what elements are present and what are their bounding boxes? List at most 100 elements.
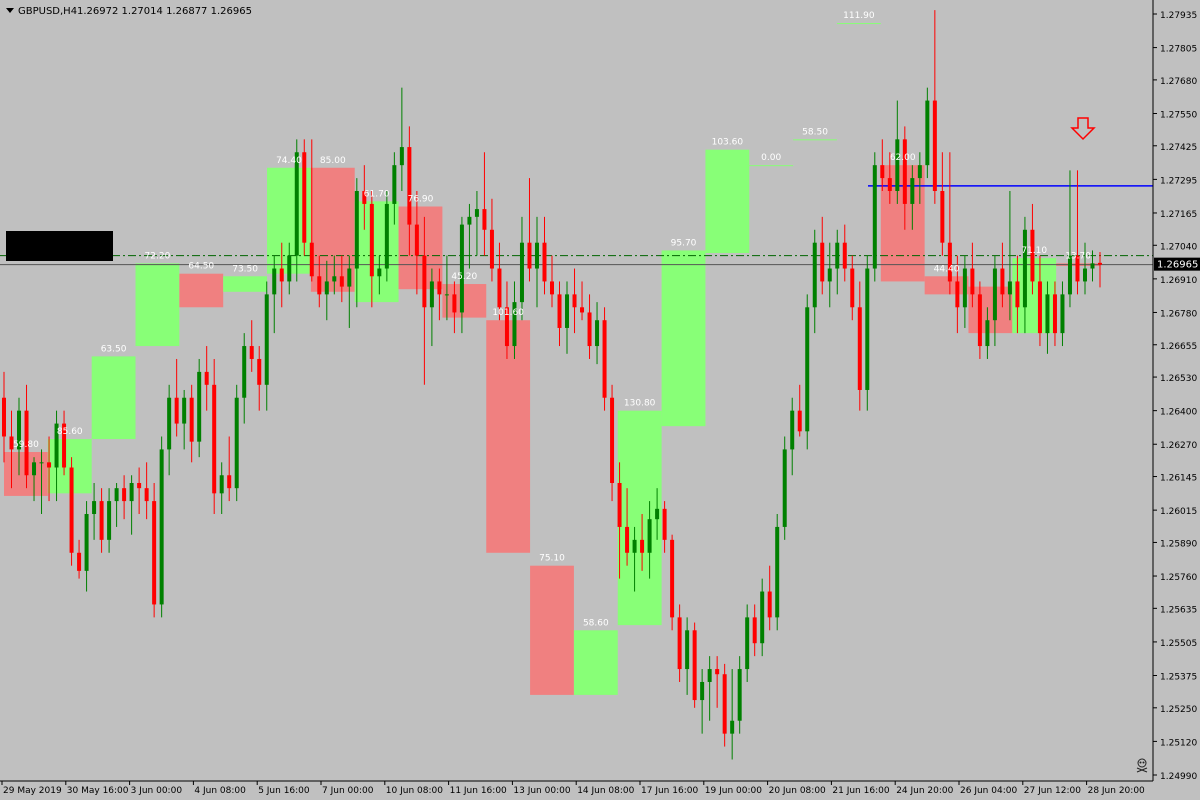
candle-body bbox=[970, 268, 975, 295]
price-tick-label: 1.25505 bbox=[1160, 639, 1197, 649]
candle-body bbox=[677, 617, 682, 670]
candle-body bbox=[775, 526, 780, 618]
candle-body bbox=[144, 488, 149, 502]
box-label: 64.50 bbox=[188, 262, 214, 272]
candle-body bbox=[917, 165, 922, 179]
candle-body bbox=[1015, 281, 1020, 308]
range-box bbox=[179, 273, 224, 308]
time-tick-label: 3 Jun 00:00 bbox=[131, 786, 183, 796]
candle-body bbox=[610, 397, 615, 484]
box-label: 71.10 bbox=[1021, 246, 1047, 256]
candle-body bbox=[805, 307, 810, 432]
candle-body bbox=[92, 501, 97, 515]
box-label: 44.40 bbox=[934, 264, 960, 274]
candle-body bbox=[827, 268, 832, 282]
time-tick-label: 5 Jun 16:00 bbox=[258, 786, 310, 796]
candle-body bbox=[489, 229, 494, 269]
candle-body bbox=[685, 630, 690, 670]
candle-body bbox=[865, 268, 870, 390]
candle-body bbox=[647, 519, 652, 553]
price-tick-label: 1.27040 bbox=[1160, 242, 1197, 252]
candle-body bbox=[204, 371, 209, 385]
candle-body bbox=[182, 397, 187, 424]
candle-body bbox=[84, 514, 89, 571]
candle-body bbox=[414, 224, 419, 256]
candlestick-chart[interactable]: 59.80 85.60 63.50 72.20 64.50 73.50 74.40 85.00… bbox=[0, 0, 1200, 800]
candle-body bbox=[212, 384, 217, 494]
candle-body bbox=[422, 255, 427, 308]
candle-body bbox=[459, 224, 464, 313]
time-tick-label: 13 Jun 00:00 bbox=[513, 786, 570, 796]
price-levels-layer bbox=[0, 185, 1153, 266]
candle-body bbox=[332, 276, 337, 282]
price-tick-label: 1.27165 bbox=[1160, 210, 1197, 220]
price-tick-label: 1.26655 bbox=[1160, 342, 1197, 352]
candle-body bbox=[69, 467, 74, 553]
chart-window[interactable]: 59.80 85.60 63.50 72.20 64.50 73.50 74.40 85.00… bbox=[0, 0, 1200, 800]
price-tick-label: 1.25890 bbox=[1160, 539, 1197, 549]
time-tick-label: 17 Jun 16:00 bbox=[641, 786, 698, 796]
candle-body bbox=[279, 268, 284, 282]
candle-body bbox=[152, 501, 157, 605]
candle-body bbox=[114, 488, 119, 502]
box-label: 59.80 bbox=[13, 440, 39, 450]
range-box bbox=[530, 565, 574, 695]
price-tick-label: 1.25250 bbox=[1160, 705, 1197, 715]
time-tick-label: 14 Jun 08:00 bbox=[577, 786, 634, 796]
price-tick-label: 1.25120 bbox=[1160, 738, 1197, 748]
box-label: 58.50 bbox=[802, 127, 828, 137]
candle-body bbox=[932, 100, 937, 192]
candle-body bbox=[384, 203, 389, 269]
time-tick-label: 11 Jun 16:00 bbox=[450, 786, 507, 796]
price-tick-label: 1.26015 bbox=[1160, 507, 1197, 517]
candle-body bbox=[302, 152, 307, 243]
range-box bbox=[836, 23, 881, 25]
candle-body bbox=[572, 294, 577, 308]
range-box bbox=[223, 276, 268, 292]
box-label: 85.60 bbox=[57, 427, 83, 437]
candle-body bbox=[287, 255, 292, 282]
candle-body bbox=[542, 242, 547, 282]
candle-body bbox=[467, 216, 472, 225]
price-tick-label: 1.27425 bbox=[1160, 143, 1197, 153]
range-box bbox=[442, 284, 487, 318]
time-tick-label: 19 Jun 00:00 bbox=[705, 786, 762, 796]
price-tick-label: 1.25635 bbox=[1160, 605, 1197, 615]
triangle-down-icon[interactable] bbox=[6, 8, 14, 13]
candle-body bbox=[700, 681, 705, 701]
candle-body bbox=[519, 242, 524, 303]
time-axis[interactable]: 29 May 2019 30 May 16:00 3 Jun 00:00 4 Jun … bbox=[1, 781, 1145, 796]
price-axis[interactable]: 1.27935 1.27805 1.27680 1.27550 1.27425 1.272… bbox=[1153, 11, 1197, 782]
candle-body bbox=[234, 397, 239, 489]
candle-body bbox=[707, 669, 712, 682]
candle-body bbox=[715, 669, 720, 675]
candle-body bbox=[129, 483, 134, 502]
candle-body bbox=[317, 276, 322, 295]
candle-body bbox=[887, 178, 892, 192]
candle-body bbox=[32, 462, 37, 476]
candle-body bbox=[242, 346, 247, 398]
box-label: 75.10 bbox=[539, 554, 565, 564]
price-tick-label: 1.26270 bbox=[1160, 441, 1197, 451]
candle-body bbox=[812, 242, 817, 308]
candle-body bbox=[167, 397, 172, 450]
time-tick-label: 27 Jun 12:00 bbox=[1024, 786, 1081, 796]
candle-body bbox=[820, 242, 825, 282]
time-tick-label: 29 May 2019 bbox=[3, 786, 62, 796]
candle-body bbox=[1082, 268, 1087, 282]
candle-body bbox=[324, 281, 329, 295]
candle-body bbox=[264, 294, 269, 385]
candle-body bbox=[1037, 281, 1042, 334]
current-price-tag: 1.26965 bbox=[1154, 257, 1200, 271]
candle-body bbox=[272, 268, 277, 295]
price-tick-label: 1.25375 bbox=[1160, 673, 1197, 683]
candle-body bbox=[122, 488, 127, 502]
candle-body bbox=[662, 508, 667, 540]
range-box bbox=[749, 165, 794, 167]
candle-body bbox=[482, 209, 487, 230]
candle-body bbox=[557, 294, 562, 328]
time-tick-label: 28 Jun 20:00 bbox=[1088, 786, 1145, 796]
range-box bbox=[880, 165, 925, 282]
candle-body bbox=[137, 483, 142, 489]
candle-body bbox=[947, 242, 952, 282]
